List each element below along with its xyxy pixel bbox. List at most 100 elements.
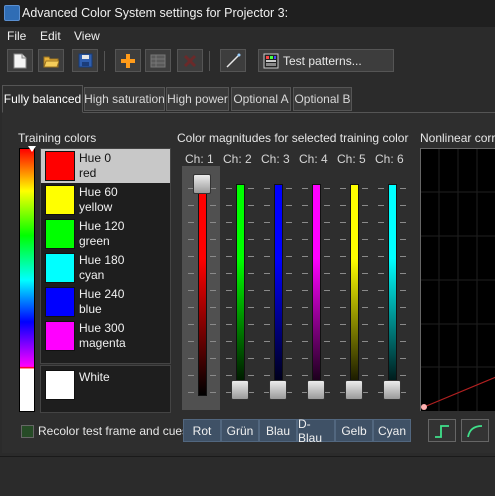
slider-tick <box>324 358 330 359</box>
channel-slider-track[interactable] <box>274 184 283 396</box>
hue-marker[interactable] <box>28 146 36 152</box>
slider-tick <box>210 324 216 325</box>
slider-tick <box>362 290 368 291</box>
tab-optional-b[interactable]: Optional B <box>293 87 352 111</box>
hue-strip[interactable] <box>19 148 35 412</box>
slider-tick <box>362 358 368 359</box>
delete-x-icon <box>183 54 197 67</box>
slider-tick <box>264 375 270 376</box>
slider-tick <box>302 358 308 359</box>
channel-button[interactable]: Rot <box>183 419 221 442</box>
slider-tick <box>400 375 406 376</box>
slider-tick <box>378 375 384 376</box>
window-title: Advanced Color System settings for Proje… <box>22 6 289 20</box>
slider-tick <box>302 324 308 325</box>
open-button[interactable] <box>38 49 64 72</box>
channel-slider-track[interactable] <box>388 184 397 396</box>
slider-tick <box>340 324 346 325</box>
list-item[interactable]: Hue 240 blue <box>41 285 170 319</box>
slider-tick <box>362 239 368 240</box>
toolbar: Test patterns... <box>0 47 495 75</box>
slider-tick <box>400 324 406 325</box>
list-item[interactable]: Hue 300 magenta <box>41 319 170 353</box>
slider-tick <box>340 307 346 308</box>
slider-tick <box>340 358 346 359</box>
tab-high-saturation[interactable]: High saturation <box>84 87 165 111</box>
channel-button[interactable]: Gelb <box>335 419 373 442</box>
add-plus-icon <box>121 53 135 68</box>
channel-label: Ch: 3 <box>261 152 290 166</box>
color-swatch <box>45 253 75 283</box>
slider-tick <box>264 222 270 223</box>
channel-button[interactable]: D-Blau <box>297 417 335 445</box>
channel-slider-track[interactable] <box>350 184 359 396</box>
slider-tick <box>324 222 330 223</box>
slider-tick <box>286 290 292 291</box>
slider-tick <box>400 239 406 240</box>
slider-tick <box>324 256 330 257</box>
slider-tick <box>226 188 232 189</box>
list-item[interactable]: Hue 180 cyan <box>41 251 170 285</box>
add-button[interactable] <box>115 49 141 72</box>
slider-tick <box>286 341 292 342</box>
slider-tick <box>226 341 232 342</box>
channel-button[interactable]: Blau <box>259 419 297 442</box>
channel-slider-thumb[interactable] <box>383 380 401 400</box>
slider-tick <box>248 375 254 376</box>
color-item-label: Hue 180 cyan <box>79 253 125 282</box>
channel-slider-thumb[interactable] <box>307 380 325 400</box>
slider-tick <box>264 205 270 206</box>
list-item[interactable]: Hue 120 green <box>41 217 170 251</box>
slider-tick <box>286 205 292 206</box>
new-button[interactable] <box>7 49 33 72</box>
slider-tick <box>188 375 194 376</box>
slider-tick <box>340 273 346 274</box>
slider-tick <box>210 358 216 359</box>
list-item[interactable]: Hue 60 yellow <box>41 183 170 217</box>
grid-button[interactable] <box>145 49 171 72</box>
channel-slider-thumb[interactable] <box>345 380 363 400</box>
list-item[interactable]: Hue 0 red <box>41 149 170 183</box>
slider-tick <box>400 341 406 342</box>
smooth-curve-button[interactable] <box>461 419 489 442</box>
save-button[interactable] <box>72 49 98 72</box>
channel-slider-thumb[interactable] <box>231 380 249 400</box>
nonlinear-heading: Nonlinear correc <box>420 131 495 145</box>
toolbar-separator <box>104 51 105 71</box>
slider-tick <box>378 188 384 189</box>
line-tool-button[interactable] <box>220 49 246 72</box>
slider-tick <box>188 222 194 223</box>
slider-tick <box>340 375 346 376</box>
channel-slider-track[interactable] <box>312 184 321 396</box>
slider-tick <box>286 256 292 257</box>
color-item-label: Hue 120 green <box>79 219 125 248</box>
step-curve-button[interactable] <box>428 419 456 442</box>
channel-button[interactable]: Cyan <box>373 419 411 442</box>
recolor-checkbox[interactable] <box>21 425 34 438</box>
training-color-list: Hue 0 red Hue 60 yellow Hue 120 green Hue 1… <box>40 148 171 364</box>
tab-optional-a[interactable]: Optional A <box>231 87 291 111</box>
nonlinear-curve-graph[interactable] <box>420 148 495 411</box>
slider-tick <box>302 239 308 240</box>
slider-tick <box>400 222 406 223</box>
channel-slider-thumb[interactable] <box>193 174 211 194</box>
slider-tick <box>378 222 384 223</box>
menu-edit[interactable]: Edit <box>40 29 61 43</box>
white-label: White <box>79 370 110 384</box>
curve-handle[interactable] <box>421 404 427 410</box>
slider-tick <box>362 307 368 308</box>
menu-file[interactable]: File <box>7 29 26 43</box>
slider-tick <box>286 375 292 376</box>
slider-tick <box>210 392 216 393</box>
white-color-item[interactable]: White <box>40 365 171 413</box>
channel-slider-track[interactable] <box>236 184 245 396</box>
channel-slider-track[interactable] <box>198 184 207 396</box>
channel-button[interactable]: Grün <box>221 419 259 442</box>
test-patterns-button[interactable]: Test patterns... <box>258 49 394 72</box>
slider-tick <box>400 273 406 274</box>
tab-high-power[interactable]: High power <box>166 87 229 111</box>
tab-fully-balanced[interactable]: Fully balanced <box>2 85 83 113</box>
menu-view[interactable]: View <box>74 29 100 43</box>
channel-slider-thumb[interactable] <box>269 380 287 400</box>
delete-button[interactable] <box>177 49 203 72</box>
